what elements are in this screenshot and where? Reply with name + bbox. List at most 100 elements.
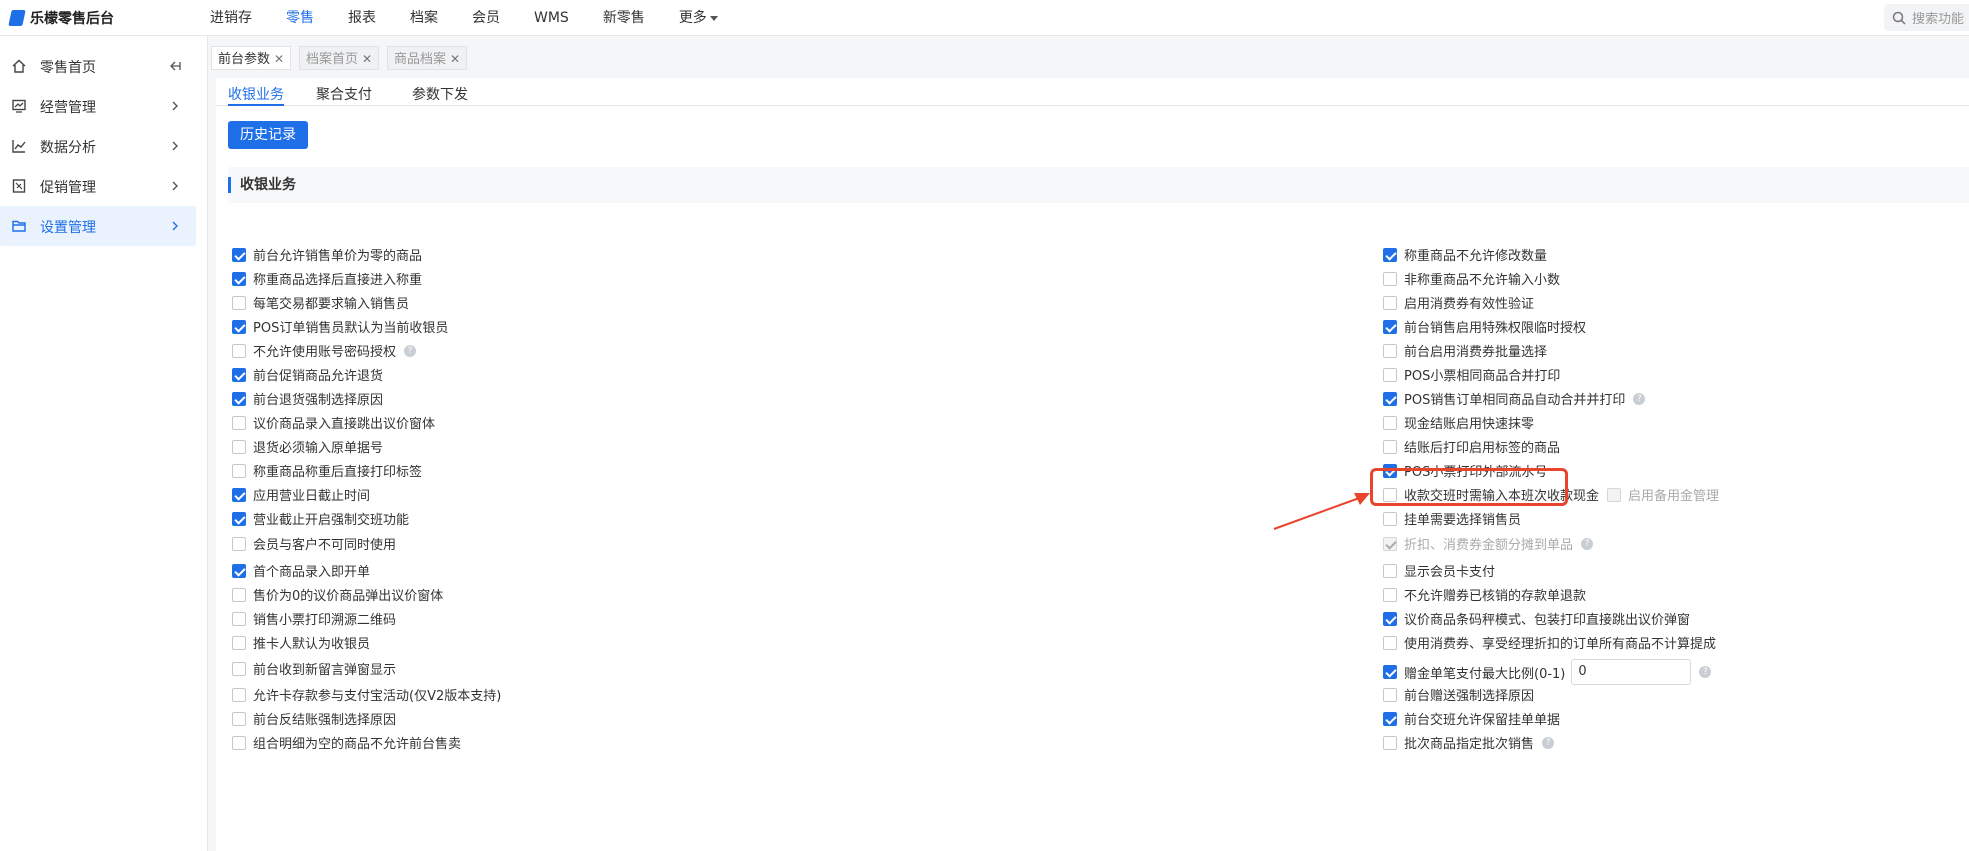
help-icon[interactable]: ? bbox=[404, 344, 417, 357]
checkbox[interactable] bbox=[232, 247, 246, 262]
option-label[interactable]: 使用消费券、享受经理折扣的订单所有商品不计算提成 bbox=[1404, 633, 1716, 652]
help-icon[interactable]: ? bbox=[1633, 392, 1646, 405]
checkbox[interactable] bbox=[1383, 439, 1397, 454]
topnav-item-more[interactable]: 更多 bbox=[669, 0, 728, 36]
checkbox[interactable] bbox=[1383, 711, 1397, 726]
option-label[interactable]: POS小票相同商品合并打印 bbox=[1404, 365, 1560, 384]
checkbox[interactable] bbox=[232, 271, 246, 286]
checkbox[interactable] bbox=[232, 611, 246, 626]
checkbox[interactable] bbox=[232, 319, 246, 334]
option-label[interactable]: 不允许使用账号密码授权 bbox=[253, 341, 396, 360]
help-icon[interactable]: ? bbox=[1699, 666, 1712, 678]
checkbox[interactable] bbox=[1383, 295, 1397, 310]
page-tab-product-archive[interactable]: 商品档案 ✕ bbox=[387, 46, 468, 70]
option-label[interactable]: 启用消费券有效性验证 bbox=[1404, 293, 1534, 312]
checkbox[interactable] bbox=[232, 511, 246, 526]
checkbox[interactable] bbox=[232, 711, 246, 726]
checkbox[interactable] bbox=[1383, 563, 1397, 578]
close-icon[interactable]: ✕ bbox=[362, 52, 372, 66]
option-label[interactable]: 前台反结账强制选择原因 bbox=[253, 709, 396, 728]
option-label[interactable]: 折扣、消费券金额分摊到单品 bbox=[1404, 534, 1573, 553]
close-icon[interactable]: ✕ bbox=[450, 52, 460, 66]
option-label[interactable]: 议价商品录入直接跳出议价窗体 bbox=[253, 413, 435, 432]
option-label[interactable]: 前台赠送强制选择原因 bbox=[1404, 685, 1534, 704]
subtab-aggregate-payment[interactable]: 聚合支付 bbox=[316, 84, 372, 106]
checkbox[interactable] bbox=[232, 343, 246, 358]
checkbox[interactable] bbox=[232, 563, 246, 578]
sidebar-item-data-analysis[interactable]: 数据分析 bbox=[0, 126, 196, 166]
checkbox[interactable] bbox=[232, 635, 246, 650]
option-label[interactable]: 前台销售启用特殊权限临时授权 bbox=[1404, 317, 1586, 336]
option-label[interactable]: 前台交班允许保留挂单单据 bbox=[1404, 709, 1560, 728]
option-label[interactable]: 每笔交易都要求输入销售员 bbox=[253, 293, 409, 312]
page-tab-archive-home[interactable]: 档案首页 ✕ bbox=[299, 46, 380, 70]
sidebar-item-operations[interactable]: 经营管理 bbox=[0, 86, 196, 126]
checkbox[interactable] bbox=[232, 463, 246, 478]
option-label[interactable]: 挂单需要选择销售员 bbox=[1404, 509, 1521, 528]
checkbox[interactable] bbox=[232, 661, 246, 676]
checkbox[interactable] bbox=[1383, 343, 1397, 358]
option-label[interactable]: 议价商品条码秤模式、包装打印直接跳出议价弹窗 bbox=[1404, 609, 1690, 628]
option-label[interactable]: 非称重商品不允许输入小数 bbox=[1404, 269, 1560, 288]
checkbox[interactable] bbox=[232, 687, 246, 702]
option-label[interactable]: 推卡人默认为收银员 bbox=[253, 633, 370, 652]
topnav-item-members[interactable]: 会员 bbox=[462, 0, 510, 36]
topnav-item-inventory[interactable]: 进销存 bbox=[200, 0, 262, 36]
option-label[interactable]: 组合明细为空的商品不允许前台售卖 bbox=[253, 733, 461, 752]
topnav-item-reports[interactable]: 报表 bbox=[338, 0, 386, 36]
option-label[interactable]: 前台收到新留言弹窗显示 bbox=[253, 659, 396, 678]
checkbox[interactable] bbox=[1383, 367, 1397, 382]
checkbox[interactable] bbox=[1383, 611, 1397, 626]
checkbox[interactable] bbox=[232, 536, 246, 551]
option-label[interactable]: 前台允许销售单价为零的商品 bbox=[253, 245, 422, 264]
option-label[interactable]: 售价为0的议价商品弹出议价窗体 bbox=[253, 585, 443, 604]
checkbox[interactable] bbox=[1383, 687, 1397, 702]
checkbox[interactable] bbox=[1383, 635, 1397, 650]
checkbox[interactable] bbox=[232, 735, 246, 750]
option-label[interactable]: 前台启用消费券批量选择 bbox=[1404, 341, 1547, 360]
checkbox[interactable] bbox=[232, 295, 246, 310]
checkbox[interactable] bbox=[1383, 271, 1397, 286]
option-label[interactable]: 前台促销商品允许退货 bbox=[253, 365, 383, 384]
option-label[interactable]: 赠金单笔支付最大比例(0-1) bbox=[1404, 663, 1565, 682]
option-label[interactable]: 结账后打印启用标签的商品 bbox=[1404, 437, 1560, 456]
option-label[interactable]: 称重商品称重后直接打印标签 bbox=[253, 461, 422, 480]
option-label[interactable]: 称重商品选择后直接进入称重 bbox=[253, 269, 422, 288]
option-label[interactable]: 退货必须输入原单据号 bbox=[253, 437, 383, 456]
checkbox[interactable] bbox=[232, 367, 246, 382]
page-tab-frontend-params[interactable]: 前台参数 ✕ bbox=[211, 46, 292, 70]
app-logo[interactable]: 乐檬零售后台 bbox=[8, 8, 114, 28]
option-label[interactable]: 销售小票打印溯源二维码 bbox=[253, 609, 396, 628]
sidebar-item-promotion[interactable]: 促销管理 bbox=[0, 166, 196, 206]
checkbox[interactable] bbox=[232, 415, 246, 430]
ratio-input[interactable]: 0 bbox=[1571, 659, 1692, 685]
checkbox[interactable] bbox=[232, 391, 246, 406]
sidebar-item-retail-home[interactable]: 零售首页 bbox=[0, 46, 196, 86]
close-icon[interactable]: ✕ bbox=[274, 52, 284, 66]
sidebar-item-settings[interactable]: 设置管理 bbox=[0, 206, 196, 246]
option-label[interactable]: 营业截止开启强制交班功能 bbox=[253, 509, 409, 528]
search-input[interactable]: 搜索功能 bbox=[1884, 4, 1969, 31]
topnav-item-new-retail[interactable]: 新零售 bbox=[593, 0, 655, 36]
topnav-item-retail[interactable]: 零售 bbox=[276, 0, 324, 36]
option-label[interactable]: 现金结账启用快速抹零 bbox=[1404, 413, 1534, 432]
checkbox[interactable] bbox=[232, 487, 246, 502]
help-icon[interactable]: ? bbox=[1581, 537, 1594, 550]
checkbox[interactable] bbox=[1383, 319, 1397, 334]
option-label[interactable]: POS订单销售员默认为当前收银员 bbox=[253, 317, 448, 336]
topnav-item-archives[interactable]: 档案 bbox=[400, 0, 448, 36]
checkbox[interactable] bbox=[232, 439, 246, 454]
option-label[interactable]: 不允许赠券已核销的存款单退款 bbox=[1404, 585, 1586, 604]
checkbox[interactable] bbox=[1383, 735, 1397, 750]
checkbox[interactable] bbox=[1383, 415, 1397, 430]
history-button[interactable]: 历史记录 bbox=[228, 121, 308, 149]
option-label[interactable]: 称重商品不允许修改数量 bbox=[1404, 245, 1547, 264]
option-label[interactable]: 前台退货强制选择原因 bbox=[253, 389, 383, 408]
collapse-sidebar-icon[interactable] bbox=[168, 59, 182, 73]
checkbox[interactable] bbox=[1383, 665, 1397, 679]
option-label[interactable]: 首个商品录入即开单 bbox=[253, 561, 370, 580]
option-label[interactable]: POS销售订单相同商品自动合并并打印 bbox=[1404, 389, 1625, 408]
option-label[interactable]: 批次商品指定批次销售 bbox=[1404, 733, 1534, 752]
option-label[interactable]: 显示会员卡支付 bbox=[1404, 561, 1495, 580]
subtab-cashier-business[interactable]: 收银业务 bbox=[228, 84, 284, 106]
